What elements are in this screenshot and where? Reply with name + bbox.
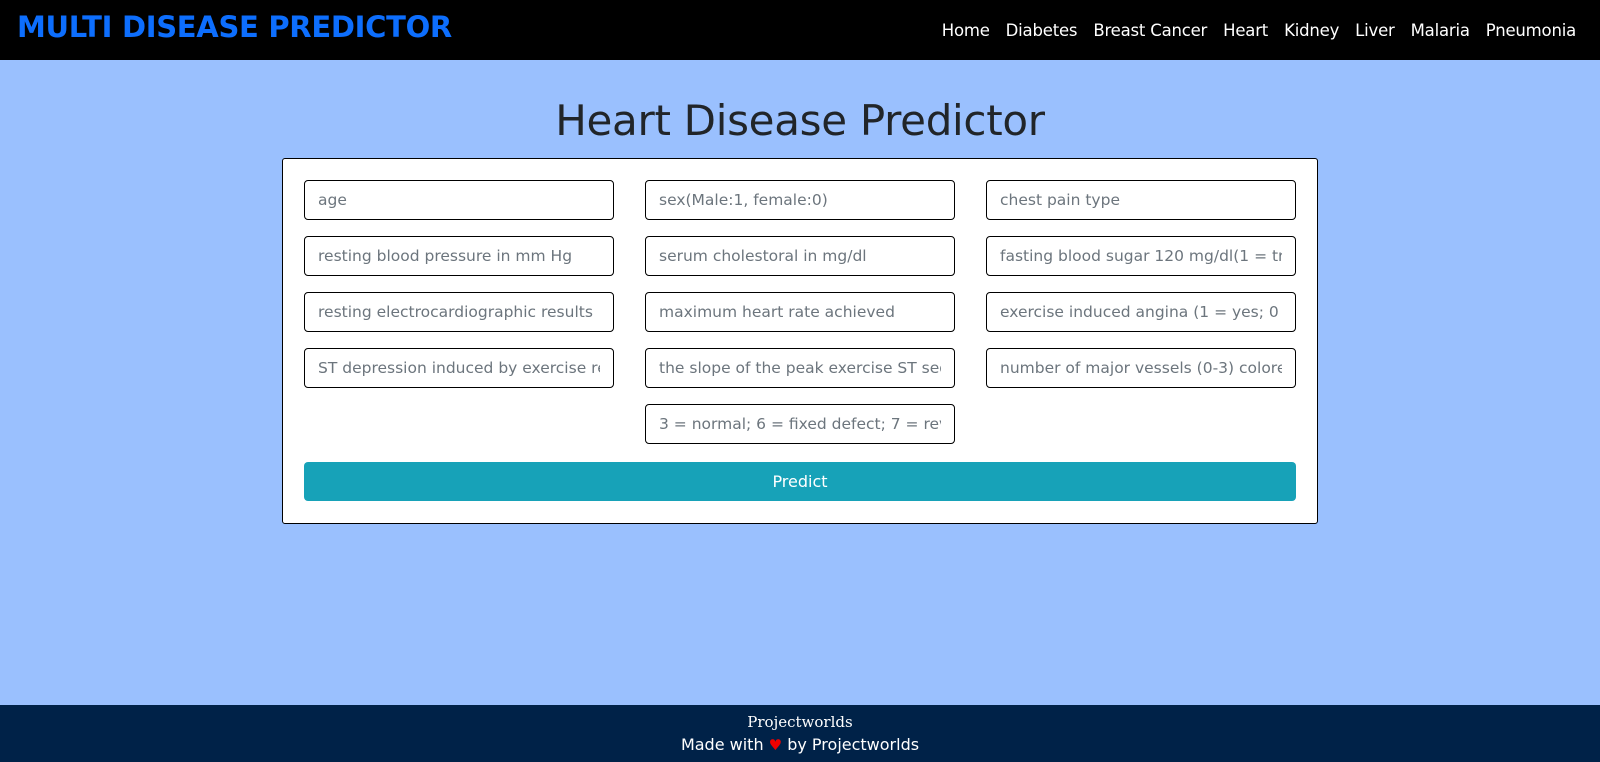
predict-button[interactable]: Predict (304, 462, 1296, 501)
nav-link-kidney[interactable]: Kidney (1276, 21, 1347, 40)
sex-input[interactable] (645, 180, 955, 220)
age-input[interactable] (304, 180, 614, 220)
nav-link-pneumonia[interactable]: Pneumonia (1478, 21, 1584, 40)
footer: Projectworlds Made with ♥ by Projectworl… (0, 705, 1600, 762)
major-vessels-input[interactable] (986, 348, 1296, 388)
thal-input[interactable] (645, 404, 955, 444)
nav-link-diabetes[interactable]: Diabetes (998, 21, 1086, 40)
footer-brand: Projectworlds (747, 713, 853, 731)
nav-links: Home Diabetes Breast Cancer Heart Kidney… (934, 21, 1584, 40)
fasting-blood-sugar-input[interactable] (986, 236, 1296, 276)
brand-link[interactable]: MULTI DISEASE PREDICTOR (17, 10, 452, 44)
serum-cholesterol-input[interactable] (645, 236, 955, 276)
nav-link-home[interactable]: Home (934, 21, 998, 40)
nav-link-liver[interactable]: Liver (1347, 21, 1402, 40)
page-title: Heart Disease Predictor (555, 96, 1045, 145)
exercise-angina-input[interactable] (986, 292, 1296, 332)
footer-made-suffix: by Projectworlds (787, 735, 920, 754)
heart-icon: ♥ (768, 736, 783, 754)
st-slope-input[interactable] (645, 348, 955, 388)
resting-ecg-input[interactable] (304, 292, 614, 332)
nav-link-heart[interactable]: Heart (1215, 21, 1276, 40)
chest-pain-type-input[interactable] (986, 180, 1296, 220)
max-heart-rate-input[interactable] (645, 292, 955, 332)
resting-blood-pressure-input[interactable] (304, 236, 614, 276)
predictor-form: Predict (282, 158, 1318, 524)
footer-made-prefix: Made with (680, 735, 764, 754)
nav-link-malaria[interactable]: Malaria (1403, 21, 1478, 40)
nav-link-breast-cancer[interactable]: Breast Cancer (1085, 21, 1215, 40)
navbar: MULTI DISEASE PREDICTOR Home Diabetes Br… (0, 0, 1600, 60)
footer-credit: Made with ♥ by Projectworlds (0, 735, 1600, 754)
st-depression-input[interactable] (304, 348, 614, 388)
